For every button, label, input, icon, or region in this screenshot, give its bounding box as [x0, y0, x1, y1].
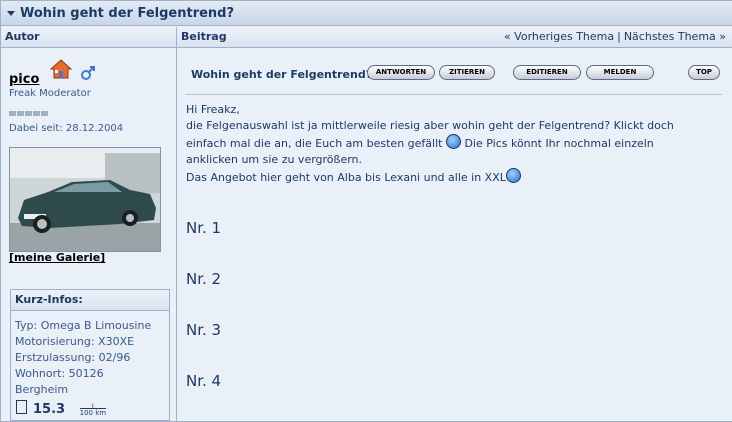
post-divider — [185, 94, 722, 95]
unit-bottom: 100 km — [79, 407, 107, 417]
reply-button[interactable]: ANTWORTEN — [367, 65, 435, 80]
edit-button[interactable]: EDITIEREN — [513, 65, 581, 80]
engine: Motorisierung: X30XE — [15, 335, 135, 348]
consumption-unit: l 100 km — [79, 403, 107, 417]
report-button[interactable]: MELDEN — [586, 65, 654, 80]
item-label-3: Nr. 3 — [186, 321, 222, 339]
short-info-heading: Kurz-Infos: — [11, 290, 169, 311]
gender-icon — [81, 66, 95, 80]
first-registration: Erstzulassung: 02/96 — [15, 351, 131, 364]
post-title: Wohin geht der Felgentrend? — [191, 68, 373, 81]
top-button[interactable]: TOP — [688, 65, 720, 80]
item-label-4: Nr. 4 — [186, 372, 222, 390]
author-panel: pico Freak Moderator Dabei seit: 28.12.2… — [1, 48, 177, 421]
topic-navigation: « Vorheriges Thema | Nächstes Thema » — [504, 27, 726, 47]
topic-title-bar[interactable]: Wohin geht der Felgentrend? — [1, 1, 732, 26]
forum-post-frame: Wohin geht der Felgentrend? Autor Beitra… — [0, 0, 732, 422]
short-info-box: Kurz-Infos: Typ: Omega B Limousine Motor… — [10, 289, 170, 421]
member-since: Dabei seit: 28.12.2004 — [9, 123, 124, 134]
vehicle-type: Typ: Omega B Limousine — [15, 319, 152, 332]
home-icon[interactable] — [50, 58, 72, 80]
quote-button[interactable]: ZITIEREN — [439, 65, 495, 80]
previous-topic-link[interactable]: « Vorheriges Thema — [504, 30, 614, 43]
greeting-line: Hi Freakz, — [186, 103, 240, 116]
author-column-header: Autor — [1, 27, 177, 48]
body-line-3: einfach mal die an, die Euch am besten g… — [186, 134, 726, 152]
fuel-consumption: 15.3 l 100 km — [16, 400, 107, 417]
consumption-value: 15.3 — [33, 402, 66, 417]
item-label-1: Nr. 1 — [186, 219, 222, 237]
rank-level-bar — [9, 101, 49, 116]
body-line-4: anklicken um sie zu vergrößern. — [186, 153, 363, 166]
post-body: Hi Freakz, die Felgenauswahl ist ja mitt… — [186, 102, 726, 186]
body-line-2: die Felgenauswahl ist ja mittlerweile ri… — [186, 119, 674, 132]
post-column-header: Beitrag « Vorheriges Thema | Nächstes Them… — [177, 27, 732, 48]
post-header-label: Beitrag — [181, 30, 227, 43]
author-header-label: Autor — [5, 30, 40, 43]
author-rank: Freak Moderator — [9, 88, 91, 99]
collapse-triangle-icon[interactable] — [7, 11, 15, 16]
author-username[interactable]: pico — [9, 72, 39, 87]
next-topic-link[interactable]: Nächstes Thema » — [624, 30, 726, 43]
residence-city: Bergheim — [15, 383, 69, 396]
nav-separator: | — [617, 30, 621, 43]
fuel-pump-icon — [16, 400, 27, 414]
residence: Wohnort: 50126 — [15, 367, 104, 380]
body-line-5: Das Angebot hier geht von Alba bis Lexan… — [186, 168, 726, 186]
topic-title: Wohin geht der Felgentrend? — [20, 6, 235, 21]
gallery-link[interactable]: [meine Galerie] — [9, 251, 105, 264]
car-avatar-image[interactable] — [9, 147, 161, 252]
smiley-icon — [445, 134, 461, 149]
post-panel: Wohin geht der Felgentrend? ANTWORTEN ZI… — [177, 48, 732, 421]
item-label-2: Nr. 2 — [186, 270, 222, 288]
cool-smiley-icon — [505, 168, 521, 183]
